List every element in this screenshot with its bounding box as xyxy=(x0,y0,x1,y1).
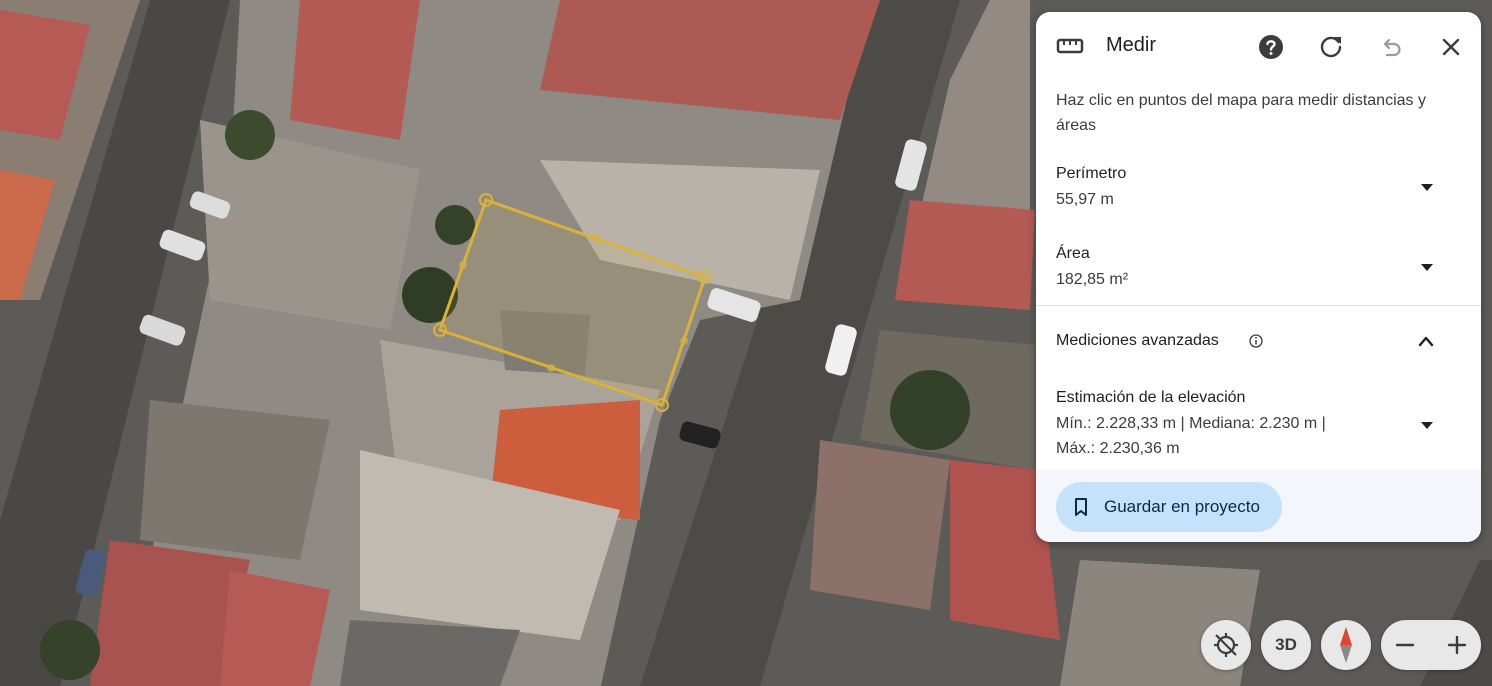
chevron-down-icon xyxy=(1421,264,1433,271)
help-icon xyxy=(1259,35,1283,59)
plus-icon[interactable] xyxy=(1445,633,1469,657)
ruler-icon xyxy=(1056,38,1084,54)
perimeter-row[interactable]: Perímetro 55,97 m xyxy=(1036,160,1481,220)
midpoint-handle[interactable] xyxy=(592,234,600,242)
area-value: 182,85 m² xyxy=(1056,271,1129,288)
minus-icon[interactable] xyxy=(1393,633,1417,657)
midpoint-handle[interactable] xyxy=(459,261,467,269)
chevron-down-icon xyxy=(1421,184,1433,191)
compass-button[interactable] xyxy=(1321,620,1371,670)
area-row[interactable]: Área 182,85 m² xyxy=(1036,240,1481,300)
close-button[interactable] xyxy=(1436,32,1466,62)
measure-panel: Medir Haz clic en puntos del mapa para m… xyxy=(1036,12,1481,542)
reset-button[interactable] xyxy=(1316,32,1346,62)
elevation-label: Estimación de la elevación xyxy=(1056,389,1246,406)
info-icon[interactable] xyxy=(1249,334,1263,348)
midpoint-handle[interactable] xyxy=(680,337,688,345)
help-button[interactable] xyxy=(1256,32,1286,62)
zoom-controls xyxy=(1381,620,1481,670)
advanced-measurements-toggle[interactable]: Mediciones avanzadas xyxy=(1036,317,1481,367)
midpoint-handle[interactable] xyxy=(547,364,555,372)
panel-description: Haz clic en puntos del mapa para medir d… xyxy=(1056,92,1426,134)
close-icon xyxy=(1442,38,1460,56)
panel-title: Medir xyxy=(1106,34,1157,56)
undo-icon xyxy=(1383,38,1401,57)
perimeter-value: 55,97 m xyxy=(1056,191,1114,208)
tilt-toggle-button[interactable] xyxy=(1201,620,1251,670)
tilt-icon xyxy=(1214,633,1238,657)
undo-button[interactable] xyxy=(1376,32,1406,62)
panel-header: Medir xyxy=(1036,12,1481,80)
reset-icon xyxy=(1320,36,1342,58)
save-to-project-label: Guardar en proyecto xyxy=(1104,497,1260,516)
bookmark-icon xyxy=(1075,498,1087,516)
chevron-up-icon xyxy=(1418,336,1434,347)
elevation-stats-line1: Mín.: 2.228,33 m | Mediana: 2.230 m | xyxy=(1056,415,1326,432)
advanced-label: Mediciones avanzadas xyxy=(1056,332,1219,349)
perimeter-label: Perímetro xyxy=(1056,165,1127,182)
elevation-stats-line2: Máx.: 2.230,36 m xyxy=(1056,440,1180,457)
area-label: Área xyxy=(1056,245,1090,262)
elevation-row[interactable]: Estimación de la elevación Mín.: 2.228,3… xyxy=(1036,384,1481,464)
3d-view-button[interactable]: 3D xyxy=(1261,620,1311,670)
divider xyxy=(1036,305,1481,306)
save-to-project-button[interactable]: Guardar en proyecto xyxy=(1056,482,1282,532)
panel-footer: Guardar en proyecto xyxy=(1036,470,1481,542)
compass-icon xyxy=(1340,627,1352,663)
3d-label: 3D xyxy=(1275,635,1297,654)
chevron-down-icon xyxy=(1421,422,1433,429)
